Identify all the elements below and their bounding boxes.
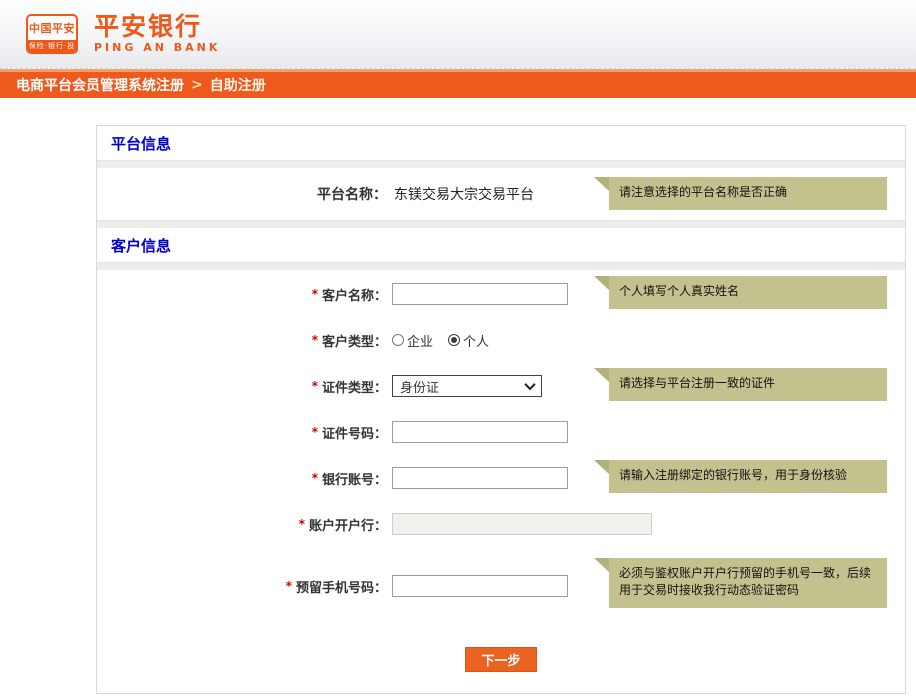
required-mark: * bbox=[312, 333, 318, 347]
section-divider bbox=[97, 220, 905, 228]
bank-account-hint: 请输入注册绑定的银行账号，用于身份核验 bbox=[594, 460, 887, 493]
cert-type-label: * 证件类型： bbox=[97, 377, 387, 396]
customer-type-options: 企业 个人 bbox=[392, 331, 489, 350]
mobile-row: * 预留手机号码： 必须与鉴权账户开户行预留的手机号一致，后续用于交易时接收我行… bbox=[97, 574, 905, 598]
platform-name-row: 平台名称： 东镁交易大宗交易平台 请注意选择的平台名称是否正确 bbox=[97, 168, 905, 220]
platform-name-label: 平台名称： bbox=[97, 184, 387, 204]
hint-tail-icon bbox=[594, 460, 609, 474]
bank-account-row: * 银行账号： 请输入注册绑定的银行账号，用于身份核验 bbox=[97, 466, 905, 490]
cert-type-hint: 请选择与平台注册一致的证件 bbox=[594, 368, 887, 401]
required-mark: * bbox=[286, 579, 292, 593]
bank-name-en: PING AN BANK bbox=[94, 41, 220, 54]
chevron-down-icon bbox=[524, 379, 535, 390]
section-title-customer: 客户信息 bbox=[97, 228, 905, 262]
customer-form: * 客户名称： 个人填写个人真实姓名 * 客户类型： 企业 bbox=[97, 270, 905, 693]
required-mark: * bbox=[299, 517, 305, 531]
button-row: 下一步 bbox=[97, 647, 905, 672]
customer-name-hint: 个人填写个人真实姓名 bbox=[594, 276, 887, 309]
cert-type-selected-value: 身份证 bbox=[400, 377, 439, 396]
customer-type-label: * 客户类型： bbox=[97, 331, 387, 350]
bank-title: 平安银行 PING AN BANK bbox=[94, 14, 220, 54]
bank-name-cn: 平安银行 bbox=[94, 14, 220, 40]
radio-option-company[interactable]: 企业 bbox=[392, 331, 433, 350]
bank-account-input[interactable] bbox=[392, 467, 568, 489]
customer-name-label: * 客户名称： bbox=[97, 285, 387, 304]
pingan-group-logo: 中国平安 保险·银行·投资 bbox=[26, 14, 78, 54]
customer-type-row: * 客户类型： 企业 个人 bbox=[97, 328, 905, 352]
mobile-input[interactable] bbox=[392, 575, 568, 597]
account-bank-label: * 账户开户行： bbox=[97, 515, 387, 534]
registration-panel: 平台信息 平台名称： 东镁交易大宗交易平台 请注意选择的平台名称是否正确 客户信… bbox=[96, 125, 906, 694]
page-header: 中国平安 保险·银行·投资 平安银行 PING AN BANK bbox=[0, 0, 916, 69]
section-divider bbox=[97, 160, 905, 168]
required-mark: * bbox=[312, 425, 318, 439]
section-title-platform: 平台信息 bbox=[97, 126, 905, 160]
hint-tail-icon bbox=[594, 558, 609, 572]
platform-name-hint: 请注意选择的平台名称是否正确 bbox=[594, 177, 887, 210]
customer-name-row: * 客户名称： 个人填写个人真实姓名 bbox=[97, 282, 905, 306]
customer-name-input[interactable] bbox=[392, 283, 568, 305]
section-divider bbox=[97, 262, 905, 270]
next-button[interactable]: 下一步 bbox=[465, 647, 537, 672]
hint-tail-icon bbox=[594, 276, 609, 290]
cert-no-input[interactable] bbox=[392, 421, 568, 443]
breadcrumb-separator: > bbox=[191, 77, 203, 93]
cert-no-row: * 证件号码： bbox=[97, 420, 905, 444]
required-mark: * bbox=[312, 287, 318, 301]
radio-circle-icon[interactable] bbox=[392, 334, 404, 346]
cert-type-row: * 证件类型： 身份证 请选择与平台注册一致的证件 bbox=[97, 374, 905, 398]
breadcrumb-root: 电商平台会员管理系统注册 bbox=[16, 75, 184, 95]
breadcrumb: 电商平台会员管理系统注册 > 自助注册 bbox=[0, 69, 916, 98]
cert-no-label: * 证件号码： bbox=[97, 423, 387, 442]
radio-option-personal[interactable]: 个人 bbox=[448, 331, 489, 350]
account-bank-row: * 账户开户行： bbox=[97, 512, 905, 536]
required-mark: * bbox=[312, 471, 318, 485]
bank-account-label: * 银行账号： bbox=[97, 469, 387, 488]
cert-type-select[interactable]: 身份证 bbox=[392, 375, 542, 397]
mobile-hint: 必须与鉴权账户开户行预留的手机号一致，后续用于交易时接收我行动态验证密码 bbox=[594, 558, 887, 608]
radio-circle-icon[interactable] bbox=[448, 334, 460, 346]
account-bank-input bbox=[392, 513, 652, 535]
hint-tail-icon bbox=[594, 177, 609, 191]
mobile-label: * 预留手机号码： bbox=[97, 577, 387, 596]
platform-name-value: 东镁交易大宗交易平台 bbox=[394, 184, 534, 204]
breadcrumb-current: 自助注册 bbox=[210, 75, 266, 95]
required-mark: * bbox=[312, 379, 318, 393]
logo-title: 中国平安 bbox=[28, 16, 76, 40]
logo-subtitle: 保险·银行·投资 bbox=[28, 40, 76, 52]
hint-tail-icon bbox=[594, 368, 609, 382]
